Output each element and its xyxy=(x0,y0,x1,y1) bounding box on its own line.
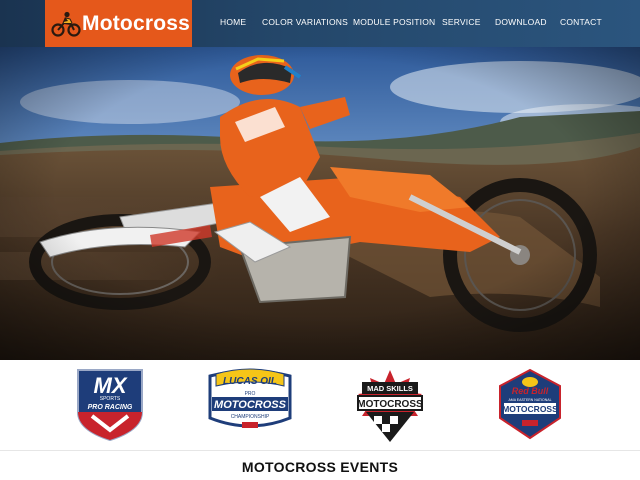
sponsor-mx-line1: MX xyxy=(94,373,128,398)
hero-banner xyxy=(0,47,640,360)
motocross-rider-photo xyxy=(0,47,640,360)
sponsors-strip: MX SPORTS PRO RACING LUCAS OIL PRO MOTOC… xyxy=(0,360,640,451)
sponsor-madskills-line1: MAD SKILLS xyxy=(367,384,413,393)
sponsor-mx-line3: PRO RACING xyxy=(88,404,133,411)
sponsor-mx-line2: SPORTS xyxy=(100,396,121,402)
sponsor-lucas-line4: CHAMPIONSHIP xyxy=(231,414,270,420)
nav-service[interactable]: SERVICE xyxy=(442,17,481,27)
site-logo[interactable]: Motocross xyxy=(45,0,192,47)
sponsor-mx-sports-logo[interactable]: MX SPORTS PRO RACING xyxy=(74,368,146,442)
sponsor-redbull-line3: MOTOCROSS xyxy=(502,404,558,414)
nav-download[interactable]: DOWNLOAD xyxy=(495,17,547,27)
motorbike-icon xyxy=(51,11,81,37)
nav-module-position[interactable]: MODULE POSITION xyxy=(353,17,435,27)
sponsor-red-bull-logo[interactable]: Red Bull AMA EASTERN NATIONAL MOTOCROSS xyxy=(496,368,564,442)
nav-home[interactable]: HOME xyxy=(220,17,246,27)
site-logo-text: Motocross xyxy=(82,11,190,35)
sponsor-redbull-line2: AMA EASTERN NATIONAL xyxy=(508,398,551,402)
nav-contact[interactable]: CONTACT xyxy=(560,17,602,27)
sponsor-lucas-line1: LUCAS OIL xyxy=(223,376,277,387)
site-header: Motocross HOME COLOR VARIATIONS MODULE P… xyxy=(0,0,640,47)
sponsor-lucas-line2: PRO xyxy=(245,391,256,397)
sponsor-redbull-line1: Red Bull xyxy=(512,386,549,396)
sponsor-lucas-line3: MOTOCROSS xyxy=(214,399,287,411)
sponsor-lucas-oil-logo[interactable]: LUCAS OIL PRO MOTOCROSS CHAMPIONSHIP xyxy=(204,368,296,440)
nav-color-variations[interactable]: COLOR VARIATIONS xyxy=(262,17,348,27)
sponsor-madskills-line2: MOTOCROSS xyxy=(357,399,423,410)
events-title: MOTOCROSS EVENTS xyxy=(241,459,399,475)
sponsor-mad-skills-logo[interactable]: MAD SKILLS MOTOCROSS xyxy=(352,368,428,444)
